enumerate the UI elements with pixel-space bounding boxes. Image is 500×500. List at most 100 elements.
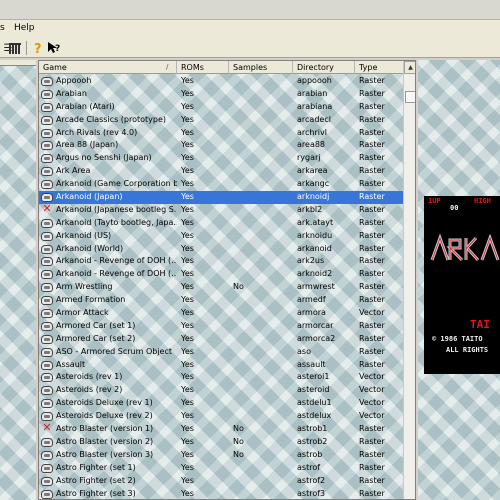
directory-cell: arknoidu: [297, 230, 333, 240]
scroll-up-arrow-icon[interactable]: ▲: [404, 61, 415, 74]
table-row[interactable]: Astro Fighter (set 3) Yes astrof3 Raster: [39, 488, 403, 500]
directory-cell: ark.atayt: [297, 217, 334, 227]
table-row[interactable]: Armor Attack Yes armora Vector: [39, 307, 403, 320]
menu-item-help[interactable]: Help: [14, 23, 35, 33]
snapshot-copyright: © 1986 TAITO: [432, 335, 483, 343]
table-row[interactable]: Arkanoid (World) Yes arkanoid Raster: [39, 243, 403, 256]
samples-cell: [233, 294, 293, 307]
roms-cell: Yes: [181, 436, 194, 446]
column-header-samples[interactable]: Samples: [229, 61, 293, 74]
scrollbar-thumb[interactable]: [405, 91, 415, 103]
table-row[interactable]: Arkanoid - Revenge of DOH (... Yes arknoid…: [39, 268, 403, 281]
samples-cell: No: [233, 424, 244, 434]
roms-cell: Yes: [181, 320, 194, 330]
type-cell: Raster: [359, 243, 385, 253]
table-row[interactable]: ✕ Arkanoid (Japanese bootleg S... Yes arkbl…: [39, 204, 403, 217]
table-row[interactable]: Assault Yes assault Raster: [39, 359, 403, 372]
svg-text:?: ?: [55, 44, 60, 54]
table-row[interactable]: Arkanoid (US) Yes arknoidu Raster: [39, 230, 403, 243]
context-help-icon[interactable]: ?: [46, 40, 62, 56]
directory-cell: astrof: [297, 462, 321, 472]
directory-cell: asteroi1: [297, 372, 330, 382]
game-title: Astro Fighter (set 2): [56, 475, 136, 485]
column-header-type[interactable]: Type: [355, 61, 403, 74]
table-row[interactable]: Arabian Yes arabian Raster: [39, 88, 403, 101]
table-row[interactable]: Area 88 (Japan) Yes area88 Raster: [39, 139, 403, 152]
game-list[interactable]: Game / ROMs Samples Directory Type Appoo…: [38, 60, 416, 500]
column-header-directory[interactable]: Directory: [293, 61, 355, 74]
game-controller-icon: [41, 334, 53, 344]
game-cell: Asteroids (rev 2): [41, 384, 177, 397]
game-controller-icon: [41, 193, 53, 203]
directory-cell: appoooh: [297, 76, 332, 85]
table-row[interactable]: ✕ Astro Blaster (version 1) Yes No astrob1 Ra…: [39, 423, 403, 436]
type-cell: Raster: [359, 166, 385, 176]
roms-cell: Yes: [181, 462, 194, 472]
table-row[interactable]: Astro Blaster (version 3) Yes No astrob Rast…: [39, 449, 403, 462]
game-title: Astro Fighter (set 1): [56, 462, 136, 472]
folder-tree-pane[interactable]: [0, 60, 36, 500]
table-row[interactable]: Arkanoid (Tayto bootleg, Japa... Yes ark.a…: [39, 217, 403, 230]
type-cell: Vector: [359, 411, 385, 421]
game-controller-icon: [41, 360, 53, 370]
about-icon[interactable]: ?: [30, 40, 46, 56]
table-row[interactable]: Arkanoid (Game Corporation b... Yes arkang…: [39, 178, 403, 191]
directory-cell: arkanoid: [297, 243, 332, 253]
directory-cell: assault: [297, 359, 326, 369]
table-row[interactable]: Armed Formation Yes armedf Raster: [39, 294, 403, 307]
directory-cell: arknoidj: [297, 191, 357, 204]
column-header-roms[interactable]: ROMs: [177, 61, 229, 74]
samples-cell: [233, 397, 293, 410]
samples-cell: [233, 152, 293, 165]
details-view-icon[interactable]: [7, 40, 23, 56]
table-row[interactable]: ASO - Armored Scrum Object Yes aso Raster: [39, 346, 403, 359]
table-row[interactable]: Armored Car (set 1) Yes armorcar Raster: [39, 320, 403, 333]
samples-cell: [233, 359, 293, 372]
game-controller-icon: [41, 283, 53, 293]
table-row[interactable]: Astro Blaster (version 2) Yes No astrob2 Ras…: [39, 436, 403, 449]
samples-cell: [233, 462, 293, 475]
game-cell: Astro Blaster (version 2): [41, 436, 177, 449]
table-row[interactable]: Asteroids (rev 2) Yes asteroid Vector: [39, 384, 403, 397]
table-row[interactable]: Asteroids Deluxe (rev 1) Yes astdelu1 Vecto…: [39, 397, 403, 410]
type-cell: Raster: [359, 114, 385, 124]
roms-cell: Yes: [181, 230, 194, 240]
game-title: Astro Blaster (version 3): [56, 449, 154, 459]
game-cell: Astro Fighter (set 2): [41, 475, 177, 488]
samples-cell: [233, 191, 293, 204]
table-row[interactable]: Arkanoid - Revenge of DOH (... Yes ark2us R…: [39, 255, 403, 268]
table-row[interactable]: Arm Wrestling Yes No armwrest Raster: [39, 281, 403, 294]
game-title: Armored Car (set 1): [56, 320, 136, 330]
table-row[interactable]: Astro Fighter (set 1) Yes astrof Raster: [39, 462, 403, 475]
table-row[interactable]: Asteroids (rev 1) Yes asteroi1 Vector: [39, 371, 403, 384]
directory-cell: ark2us: [297, 256, 325, 266]
game-title: Asteroids (rev 1): [56, 372, 123, 382]
game-cell: Argus no Senshi (Japan): [41, 152, 177, 165]
table-row-selected[interactable]: Arkanoid (Japan) Yes arknoidj Raster: [39, 191, 403, 204]
game-controller-icon: [41, 167, 53, 177]
table-row[interactable]: Argus no Senshi (Japan) Yes rygarj Raster: [39, 152, 403, 165]
column-header-game[interactable]: Game: [39, 61, 177, 74]
table-row[interactable]: Armored Car (set 2) Yes armorca2 Raster: [39, 333, 403, 346]
game-cell: Arkanoid - Revenge of DOH (...: [41, 268, 177, 281]
table-row[interactable]: Appoooh Yes appoooh Raster: [39, 75, 403, 88]
game-controller-icon: [41, 270, 53, 280]
table-row[interactable]: Asteroids Deluxe (rev 2) Yes astdelux Vecto…: [39, 410, 403, 423]
roms-cell: Yes: [181, 295, 194, 305]
table-row[interactable]: Arch Rivals (rev 4.0) Yes archrivl Raster: [39, 127, 403, 140]
table-row[interactable]: Arcade Classics (prototype) Yes arcadecl Ra…: [39, 114, 403, 127]
menu-item-partial[interactable]: s: [0, 23, 5, 33]
directory-cell: arcadecl: [297, 114, 331, 124]
table-row[interactable]: Astro Fighter (set 2) Yes astrof2 Raster: [39, 475, 403, 488]
table-row[interactable]: Arabian (Atari) Yes arabiana Raster: [39, 101, 403, 114]
roms-cell: Yes: [181, 76, 194, 85]
game-controller-icon: [41, 412, 53, 422]
directory-cell: arkarea: [297, 166, 328, 176]
vertical-scrollbar[interactable]: ▲: [403, 61, 415, 499]
game-title: Armor Attack: [56, 308, 109, 318]
table-row[interactable]: Ark Area Yes arkarea Raster: [39, 165, 403, 178]
type-cell: Raster: [359, 127, 385, 137]
game-cell: Arabian: [41, 88, 177, 101]
roms-cell: Yes: [181, 153, 194, 163]
game-controller-icon: [41, 399, 53, 409]
